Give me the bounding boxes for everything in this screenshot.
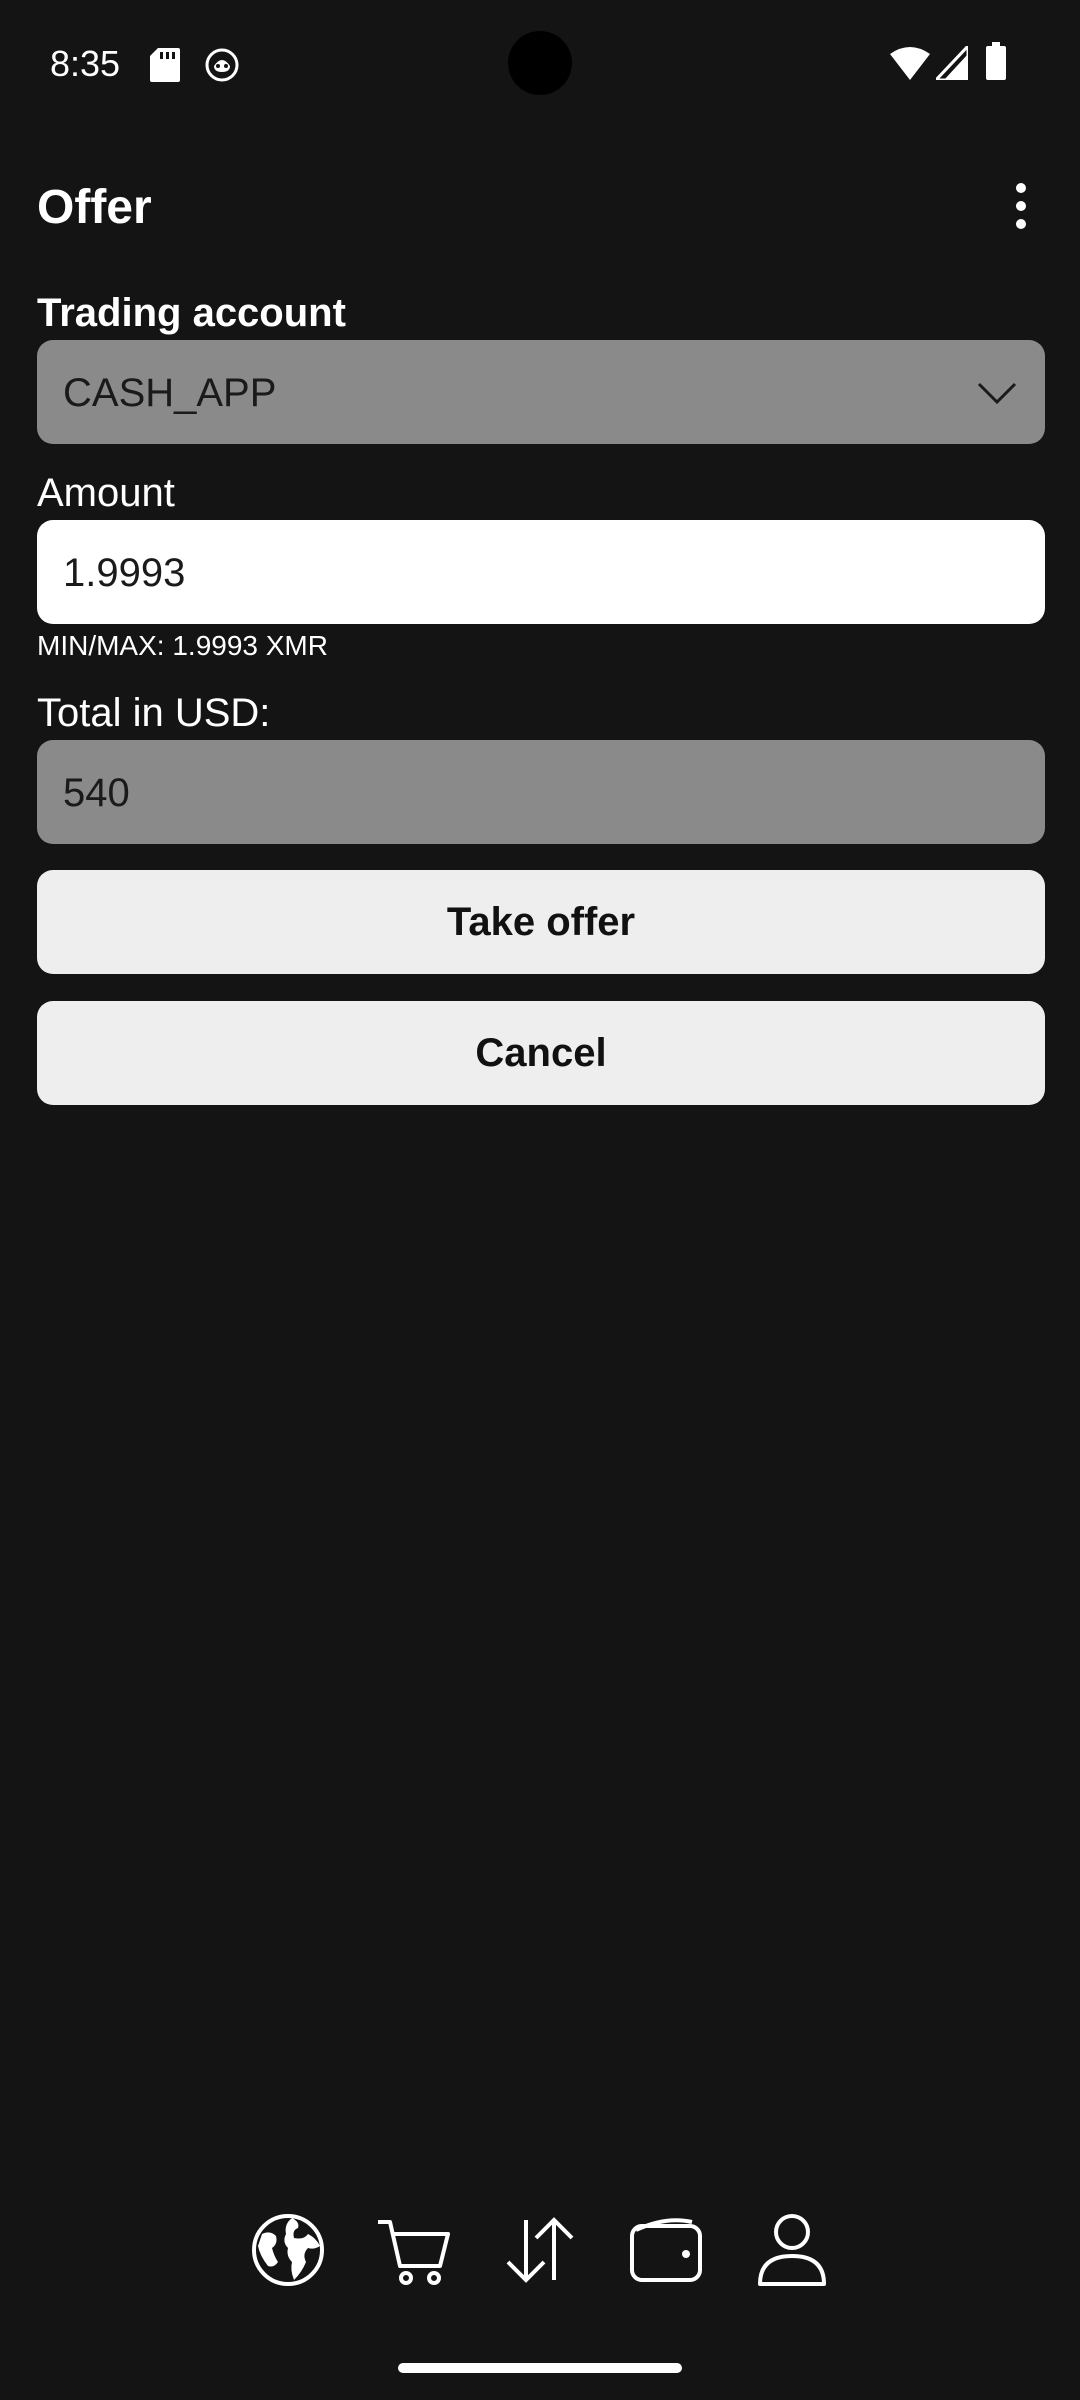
camera-cutout [508,31,572,95]
total-usd-label: Total in USD: [37,691,271,735]
nav-item-globe[interactable] [248,2210,328,2290]
trading-account-label: Trading account [37,291,346,335]
wallet-icon [630,2218,702,2282]
sd-card-icon [150,48,180,82]
chevron-down-icon [977,382,1017,405]
app-notification-icon [205,48,239,82]
status-time: 8:35 [50,43,121,84]
total-usd-field: 540 [37,740,1045,844]
nav-item-wallet[interactable] [626,2210,706,2290]
nav-item-profile[interactable] [752,2210,832,2290]
more-vertical-icon [1016,183,1026,229]
globe-icon [252,2214,324,2286]
trading-account-value: CASH_APP [63,371,277,415]
signal-icon [936,46,968,80]
total-usd-value: 540 [63,771,130,815]
take-offer-button[interactable]: Take offer [37,870,1045,974]
amount-label: Amount [37,471,175,515]
nav-item-swap[interactable] [500,2210,580,2290]
cancel-button[interactable]: Cancel [37,1001,1045,1105]
person-icon [758,2214,826,2286]
home-indicator[interactable] [398,2363,682,2373]
trading-account-select[interactable]: CASH_APP [37,340,1045,444]
nav-item-cart[interactable] [374,2210,454,2290]
min-max-hint: MIN/MAX: 1.9993 XMR [37,630,328,661]
amount-value: 1.9993 [63,551,186,595]
more-options-button[interactable] [994,178,1050,238]
cart-icon [378,2220,450,2285]
status-bar: 8:35 [0,0,1080,130]
wifi-icon [890,47,930,80]
bottom-navigation [0,2210,1080,2310]
battery-icon [986,42,1006,80]
amount-input[interactable]: 1.9993 [37,520,1045,624]
page-title: Offer [37,181,152,234]
swap-arrows-icon [506,2217,574,2283]
